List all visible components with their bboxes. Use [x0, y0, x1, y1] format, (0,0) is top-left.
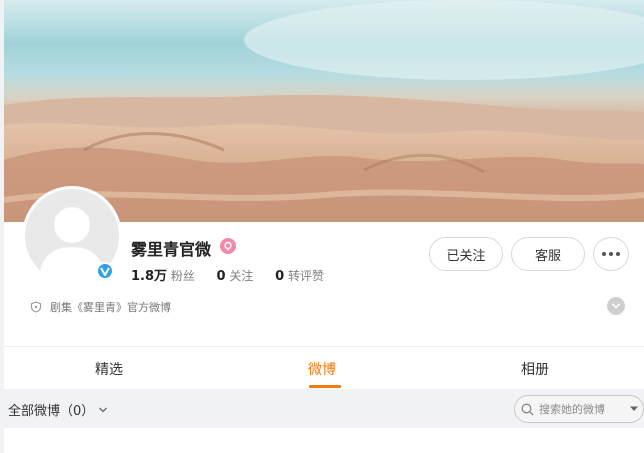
- search-placeholder: 搜索她的微博: [539, 403, 605, 416]
- description-text: 剧集《雾里青》官方微博: [50, 301, 171, 314]
- tab-weibo[interactable]: 微博: [308, 359, 336, 379]
- following-count[interactable]: 0: [217, 269, 226, 284]
- expand-profile-button[interactable]: [607, 297, 625, 315]
- fans-count[interactable]: 1.8万: [131, 269, 167, 284]
- shield-icon: [30, 301, 42, 313]
- profile-page: 雾里青官微 1.8万 粉丝 0 关注 0 转评赞 已关注 客服 剧集《雾里青》官…: [4, 0, 644, 453]
- active-tab-indicator: [309, 385, 341, 388]
- posts-list: [4, 428, 644, 453]
- engagement-count: 0: [275, 269, 285, 284]
- cover-image: [4, 0, 644, 222]
- verified-icon: [96, 262, 114, 280]
- search-posts-input[interactable]: 搜索她的微博: [514, 395, 644, 423]
- fans-label: 粉丝: [170, 269, 195, 283]
- following-label: 关注: [229, 269, 254, 283]
- chevron-down-icon: [611, 303, 621, 309]
- customer-service-button[interactable]: 客服: [511, 237, 585, 271]
- profile-name: 雾里青官微: [131, 240, 212, 259]
- more-dots-icon: [602, 252, 620, 256]
- followed-button[interactable]: 已关注: [429, 237, 503, 271]
- more-options-button[interactable]: [593, 237, 629, 271]
- profile-tabs: 精选 微博 相册: [4, 346, 644, 389]
- tab-album[interactable]: 相册: [521, 359, 549, 379]
- filter-label: 全部微博（0）: [8, 404, 95, 419]
- vip-badge-icon[interactable]: [220, 238, 236, 254]
- tab-featured[interactable]: 精选: [95, 359, 123, 379]
- dropdown-arrow-icon[interactable]: [629, 405, 639, 413]
- chevron-down-icon: [99, 407, 108, 412]
- all-posts-filter[interactable]: 全部微博（0）: [8, 400, 108, 419]
- profile-stats: 1.8万 粉丝 0 关注 0 转评赞: [131, 265, 324, 284]
- search-icon: [521, 403, 534, 415]
- profile-description: 剧集《雾里青》官方微博: [30, 299, 171, 315]
- engagement-label: 转评赞: [287, 269, 324, 283]
